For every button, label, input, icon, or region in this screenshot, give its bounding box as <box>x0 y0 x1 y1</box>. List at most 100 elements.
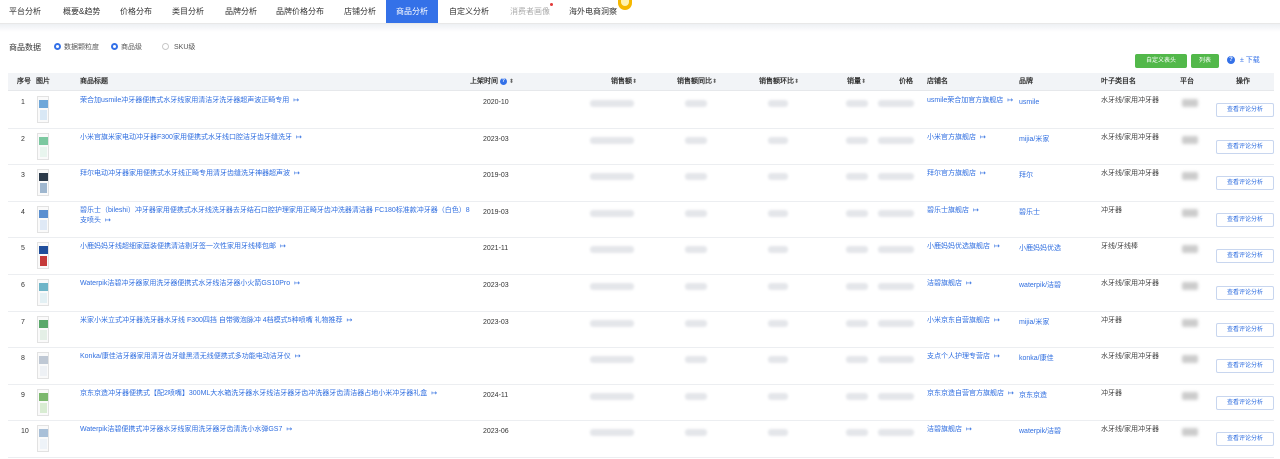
shop-name-link[interactable]: 小米京东自营旗舰店 ↦ <box>927 316 1017 326</box>
brand-link[interactable]: waterpik/洁碧 <box>1019 281 1061 291</box>
shop-name[interactable]: 京东京造自营官方旗舰店 <box>927 390 1004 397</box>
external-link-icon[interactable]: ↦ <box>973 207 979 214</box>
product-title[interactable]: Waterpik洁碧冲牙器家用洗牙器便携式水牙线洁牙器小火箭GS10Pro <box>80 280 290 287</box>
external-link-icon[interactable]: ↦ <box>994 243 1000 250</box>
custom-header-button[interactable]: 自定义表头 <box>1135 54 1187 68</box>
product-thumbnail[interactable] <box>37 352 49 380</box>
product-thumbnail[interactable] <box>37 279 49 306</box>
external-link-icon[interactable]: ↦ <box>1007 97 1013 104</box>
brand-link[interactable]: 京东京造 <box>1019 391 1047 401</box>
external-link-icon[interactable]: ↦ <box>980 134 986 141</box>
brand-link[interactable]: waterpik/洁碧 <box>1019 427 1061 437</box>
brand-link[interactable]: 小鹿妈妈优选 <box>1019 244 1061 254</box>
col-amount-yoy[interactable]: 销售额同比⬍ <box>677 73 717 91</box>
tab-overview-trend[interactable]: 概要&趋势 <box>63 0 100 23</box>
shop-name-link[interactable]: 洁碧旗舰店 ↦ <box>927 425 1017 435</box>
product-title-link[interactable]: 小米官旗米家电动冲牙器F300家用便携式水牙线口腔洁牙齿牙缝洗牙 ↦ <box>80 133 470 143</box>
tab-brand-analysis[interactable]: 品牌分析 <box>225 0 257 23</box>
shop-name-link[interactable]: 拜尔官方旗舰店 ↦ <box>927 169 1017 179</box>
launch-help-icon[interactable]: ? <box>499 77 507 85</box>
view-review-analysis-button[interactable]: 查看评论分析 <box>1216 249 1274 264</box>
sku-level-label[interactable]: SKU级 <box>174 42 195 52</box>
shop-name[interactable]: 拜尔官方旗舰店 <box>927 170 976 177</box>
shop-name[interactable]: 洁碧旗舰店 <box>927 426 962 433</box>
external-link-icon[interactable]: ↦ <box>1008 390 1014 397</box>
view-review-analysis-button[interactable]: 查看评论分析 <box>1216 212 1274 227</box>
view-review-analysis-button[interactable]: 查看评论分析 <box>1216 395 1274 410</box>
view-review-analysis-button[interactable]: 查看评论分析 <box>1216 432 1274 447</box>
product-title-link[interactable]: Waterpik洁碧便携式冲牙器水牙线家用洗牙器牙齿清洗小水弹GS7 ↦ <box>80 425 470 435</box>
product-title[interactable]: 米家小米立式冲牙器洗牙器水牙线 F300四挡 自带微泡脉冲 4档模式5种喷嘴 礼… <box>80 317 343 324</box>
product-title-link[interactable]: 荣合加usmile冲牙器便携式水牙线家用清洁牙洗牙器超声波正畸专用 ↦ <box>80 96 470 106</box>
product-title[interactable]: 碧乐士（bileshi）冲牙器家用便携式水牙线洗牙器去牙结石口腔护理家用正畸牙齿… <box>80 207 470 224</box>
shop-name-link[interactable]: 支点个人护理专营店 ↦ <box>927 352 1017 362</box>
product-title[interactable]: Konka/康佳洁牙器家用清牙齿牙缝黑渍无线便携式多功能电动洁牙仪 <box>80 353 291 360</box>
shop-name[interactable]: 小鹿妈妈优选旗舰店 <box>927 243 990 250</box>
shop-name[interactable]: 碧乐士旗舰店 <box>927 207 969 214</box>
product-level-label[interactable]: 商品级 <box>121 42 142 52</box>
external-link-icon[interactable]: ↦ <box>105 217 111 224</box>
sort-icon[interactable]: ⬍ <box>794 79 799 85</box>
product-title-link[interactable]: 碧乐士（bileshi）冲牙器家用便携式水牙线洗牙器去牙结石口腔护理家用正畸牙齿… <box>80 206 470 226</box>
col-amount-mom[interactable]: 销售额环比⬍ <box>759 73 799 91</box>
col-sales-volume[interactable]: 销量⬍ <box>847 73 866 91</box>
product-thumbnail[interactable] <box>37 388 49 416</box>
tab-shop-analysis[interactable]: 店铺分析 <box>344 0 376 23</box>
tab-category-analysis[interactable]: 类目分析 <box>172 0 204 23</box>
shop-name[interactable]: 小米官方旗舰店 <box>927 134 976 141</box>
sort-icon[interactable]: ⬍ <box>861 79 866 85</box>
product-thumbnail[interactable] <box>37 205 49 233</box>
external-link-icon[interactable]: ↦ <box>966 426 972 433</box>
external-link-icon[interactable]: ↦ <box>966 280 972 287</box>
brand-link[interactable]: mijia/米家 <box>1019 318 1049 328</box>
sort-icon[interactable]: ⬍ <box>509 79 514 85</box>
shop-name[interactable]: usmile荣合加官方旗舰店 <box>927 97 1003 104</box>
tab-overseas-ecommerce[interactable]: 海外电商洞察 <box>569 0 617 23</box>
external-link-icon[interactable]: ↦ <box>980 170 986 177</box>
brand-link[interactable]: usmile <box>1019 98 1039 108</box>
product-thumbnail[interactable] <box>37 96 49 123</box>
product-title[interactable]: Waterpik洁碧便携式冲牙器水牙线家用洗牙器牙齿清洗小水弹GS7 <box>80 426 282 433</box>
shop-name-link[interactable]: 小米官方旗舰店 ↦ <box>927 133 1017 143</box>
view-review-analysis-button[interactable]: 查看评论分析 <box>1216 359 1274 374</box>
product-title[interactable]: 小鹿妈妈牙线超细家庭装便携清洁剔牙签一次性家用牙线棒包邮 <box>80 243 276 250</box>
granularity-radio[interactable] <box>54 43 61 50</box>
product-thumbnail[interactable] <box>37 315 49 343</box>
view-review-analysis-button[interactable]: 查看评论分析 <box>1216 139 1274 154</box>
shop-name-link[interactable]: 京东京造自营官方旗舰店 ↦ <box>927 389 1017 399</box>
product-title-link[interactable]: 小鹿妈妈牙线超细家庭装便携清洁剔牙签一次性家用牙线棒包邮 ↦ <box>80 242 470 252</box>
sort-icon[interactable]: ⬍ <box>712 79 717 85</box>
brand-link[interactable]: konka/康佳 <box>1019 354 1054 364</box>
tab-brand-price-distribution[interactable]: 品牌价格分布 <box>276 0 324 23</box>
shop-name-link[interactable]: usmile荣合加官方旗舰店 ↦ <box>927 96 1017 106</box>
external-link-icon[interactable]: ↦ <box>294 280 300 287</box>
tab-consumer-profile[interactable]: 消费者画像 <box>510 0 550 23</box>
view-review-analysis-button[interactable]: 查看评论分析 <box>1216 322 1274 337</box>
product-level-radio[interactable] <box>111 43 118 50</box>
product-thumbnail[interactable] <box>37 425 49 453</box>
col-sales-amount[interactable]: 销售额⬍ <box>611 73 637 91</box>
view-review-analysis-button[interactable]: 查看评论分析 <box>1216 176 1274 191</box>
help-icon[interactable]: ? <box>1227 56 1235 64</box>
brand-link[interactable]: 碧乐士 <box>1019 208 1040 218</box>
shop-name-link[interactable]: 小鹿妈妈优选旗舰店 ↦ <box>927 242 1017 252</box>
export-list-button[interactable]: 列表 <box>1191 54 1219 68</box>
external-link-icon[interactable]: ↦ <box>280 243 286 250</box>
external-link-icon[interactable]: ↦ <box>294 170 300 177</box>
view-review-analysis-button[interactable]: 查看评论分析 <box>1216 103 1274 117</box>
shop-name[interactable]: 小米京东自营旗舰店 <box>927 317 990 324</box>
product-title-link[interactable]: Waterpik洁碧冲牙器家用洗牙器便携式水牙线洁牙器小火箭GS10Pro ↦ <box>80 279 470 289</box>
external-link-icon[interactable]: ↦ <box>347 317 353 324</box>
product-thumbnail[interactable] <box>37 169 49 197</box>
external-link-icon[interactable]: ↦ <box>296 134 302 141</box>
product-thumbnail[interactable] <box>37 242 49 270</box>
sort-icon[interactable]: ⬍ <box>632 79 637 85</box>
tab-price-distribution[interactable]: 价格分布 <box>120 0 152 23</box>
view-review-analysis-button[interactable]: 查看评论分析 <box>1216 286 1274 300</box>
product-title-link[interactable]: Konka/康佳洁牙器家用清牙齿牙缝黑渍无线便携式多功能电动洁牙仪 ↦ <box>80 352 470 362</box>
external-link-icon[interactable]: ↦ <box>295 353 301 360</box>
col-launch-time[interactable]: 上架时间 ? ⬍ <box>470 73 514 91</box>
download-link[interactable]: ± 下载 <box>1240 55 1260 65</box>
product-title[interactable]: 拜尔电动冲牙器家用便携式水牙线正畸专用清牙齿缝洗牙神器超声波 <box>80 170 290 177</box>
product-title[interactable]: 小米官旗米家电动冲牙器F300家用便携式水牙线口腔洁牙齿牙缝洗牙 <box>80 134 292 141</box>
